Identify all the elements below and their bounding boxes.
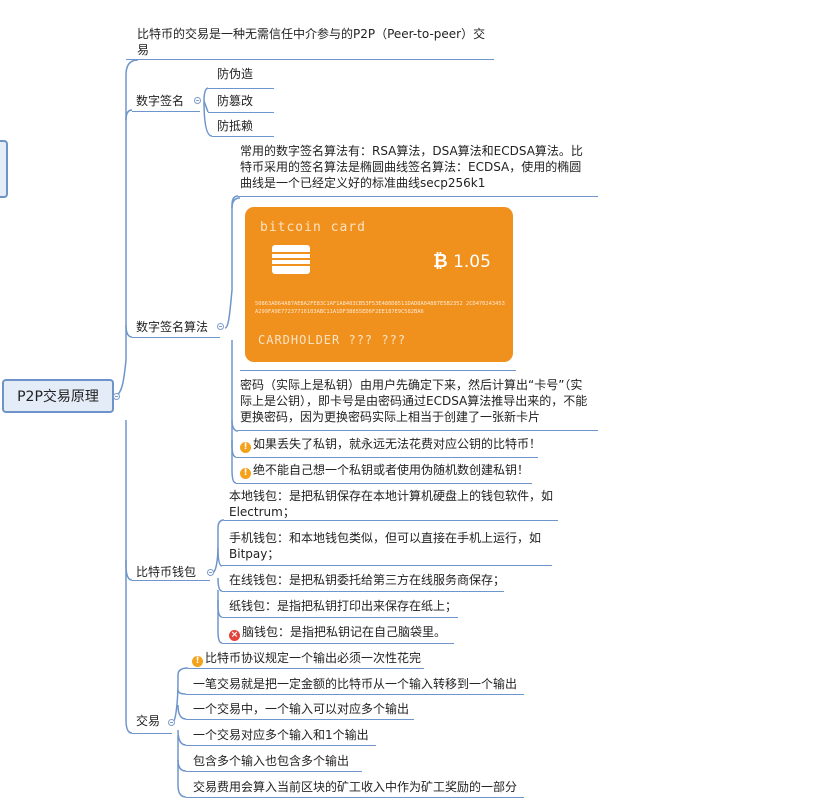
bitcoin-icon: ₿: [433, 251, 448, 272]
warning-icon: !: [192, 656, 203, 667]
algorithm-desc: 常用的数字签名算法有：RSA算法，DSA算法和ECDSA算法。比特币采用的签名算…: [240, 144, 583, 190]
transaction-item-underline: [186, 719, 414, 720]
intro-text: 比特币的交易是一种无需信任中介参与的P2P（Peer-to-peer）交易: [137, 27, 486, 57]
signature-item-underline: [208, 88, 274, 89]
transaction-item-text: 比特币协议规定一个输出必须一次性花完: [205, 651, 422, 665]
wallet-item: 手机钱包：和本地钱包类似，但可以直接在手机上运行，如Bitpay；: [229, 531, 542, 561]
warning-icon: !: [240, 442, 251, 453]
transaction-item: 一个交易中，一个输入可以对应多个输出: [193, 702, 410, 716]
algorithm-desc-underline: [238, 196, 598, 197]
wallet-item: 本地钱包：是把私钥保存在本地计算机硬盘上的钱包软件，如Electrum；: [229, 489, 554, 519]
warning-icon: !: [240, 468, 251, 479]
transaction-collapse-icon[interactable]: [168, 719, 175, 726]
card-underline: [240, 370, 516, 371]
error-icon: ×: [229, 630, 240, 641]
wallet-collapse-icon[interactable]: [207, 569, 214, 576]
transaction-item: 一个交易对应多个输入和1个输出: [193, 728, 369, 742]
transaction-item: 包含多个输入也包含多个输出: [193, 754, 350, 768]
algorithm-explain-underline: [238, 430, 598, 431]
card-brand: bitcoin card: [260, 220, 366, 235]
signature-item: 防伪造: [217, 67, 254, 81]
wallet-item-underline: [222, 591, 504, 592]
branch-wallet-underline: [132, 580, 210, 581]
wallet-item: 纸钱包：是指把私钥打印出来保存在纸上；: [229, 599, 458, 613]
algorithm-warning: ! 绝不能自己想一个私钥或者使用伪随机数创建私钥！: [240, 462, 529, 479]
branch-signature-label[interactable]: 数字签名: [136, 93, 184, 109]
algorithm-collapse-icon[interactable]: [217, 323, 224, 330]
wallet-item-underline: [222, 643, 454, 644]
transaction-item-underline: [186, 771, 362, 772]
signature-item-underline: [208, 112, 274, 113]
algorithm-explain: 密码（实际上是私钥）由用户先确定下来，然后计算出“卡号”（实际上是公钥），即卡号…: [240, 378, 588, 424]
transaction-item-underline: [186, 694, 524, 695]
card-chip-icon: [272, 245, 310, 274]
wallet-item-underline: [222, 617, 458, 618]
card-holder: CARDHOLDER ??? ???: [258, 333, 407, 347]
algorithm-warning-text: 绝不能自己想一个私钥或者使用伪随机数创建私钥！: [253, 463, 530, 477]
algorithm-warning: ! 如果丢失了私钥，就永远无法花费对应公钥的比特币！: [240, 436, 541, 453]
branch-transaction-underline: [132, 733, 172, 734]
wallet-item-underline: [222, 565, 552, 566]
wallet-item: 在线钱包：是把私钥委托给第三方在线服务商保存；: [229, 573, 506, 587]
algorithm-warning-underline: [236, 483, 532, 484]
signature-collapse-icon[interactable]: [194, 97, 201, 104]
card-amount: ₿ 1.05: [433, 251, 491, 272]
branch-transaction-label[interactable]: 交易: [136, 713, 160, 729]
branch-signature-underline: [132, 111, 200, 112]
transaction-item: ! 比特币协议规定一个输出必须一次性花完: [192, 650, 421, 667]
offscreen-node[interactable]: [0, 140, 8, 198]
algorithm-warning-text: 如果丢失了私钥，就永远无法花费对应公钥的比特币！: [253, 437, 542, 451]
wallet-item-underline: [224, 520, 558, 521]
bitcoin-card-image: bitcoin card ₿ 1.05 50863AD64A87AE8A2FE8…: [245, 207, 513, 362]
root-node[interactable]: P2P交易原理: [2, 379, 114, 413]
transaction-item-underline: [186, 745, 376, 746]
branch-algorithm-label[interactable]: 数字签名算法: [136, 319, 208, 335]
algorithm-warning-underline: [236, 457, 538, 458]
card-amount-value: 1.05: [453, 252, 491, 272]
card-hex-key: 50863AD64A87AE8A2FE83C1AF1A8403CB53F53E4…: [255, 301, 505, 315]
signature-item-underline: [212, 136, 274, 137]
transaction-item-underline: [188, 668, 424, 669]
branch-algorithm-underline: [132, 337, 220, 338]
signature-item: 防抵赖: [217, 119, 254, 133]
root-label: P2P交易原理: [17, 389, 99, 405]
signature-item: 防篡改: [217, 94, 254, 108]
intro-underline: [126, 59, 494, 60]
transaction-item: 一笔交易就是把一定金额的比特币从一个输入转移到一个输出: [193, 677, 518, 691]
transaction-item: 交易费用会算入当前区块的矿工收入中作为矿工奖励的一部分: [193, 780, 518, 794]
wallet-item-text: 脑钱包：是指把私钥记在自己脑袋里。: [242, 625, 447, 639]
branch-wallet-label[interactable]: 比特币钱包: [136, 564, 196, 580]
transaction-item-underline: [186, 797, 524, 798]
wallet-item: × 脑钱包：是指把私钥记在自己脑袋里。: [229, 624, 446, 641]
root-collapse-icon[interactable]: [113, 393, 120, 400]
